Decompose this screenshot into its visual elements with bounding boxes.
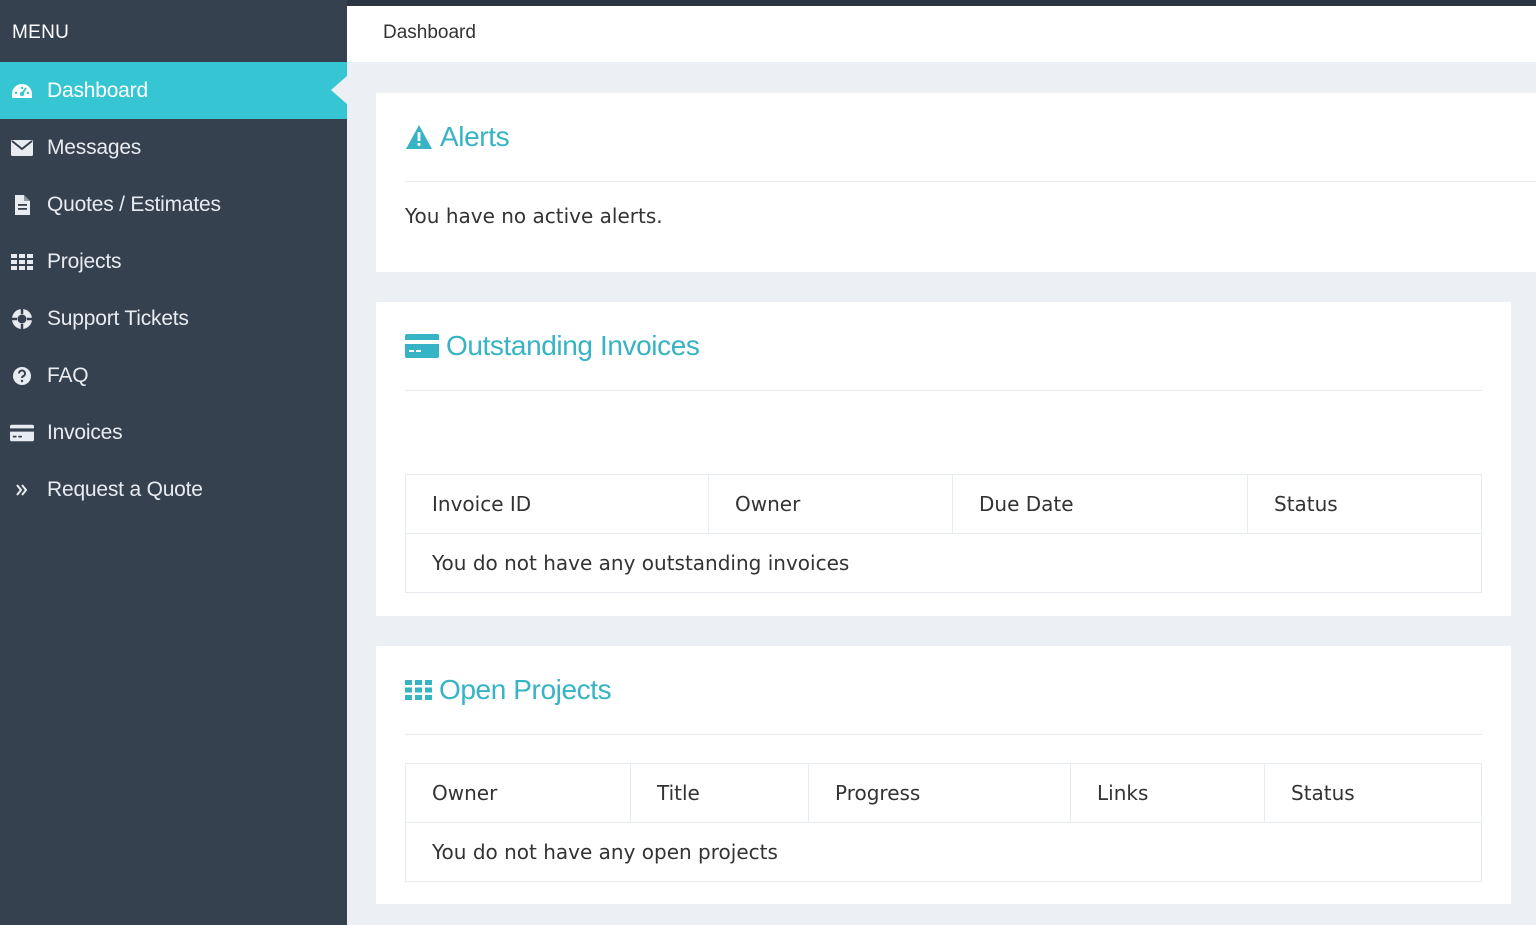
divider xyxy=(405,390,1482,391)
invoices-table: Invoice ID Owner Due Date Status You do … xyxy=(405,474,1482,593)
table-row: You do not have any outstanding invoices xyxy=(405,533,1482,593)
table-row: You do not have any open projects xyxy=(405,822,1482,882)
dashboard-icon xyxy=(10,81,34,101)
empty-message: You do not have any open projects xyxy=(405,822,1482,882)
alerts-title-text: Alerts xyxy=(440,121,510,152)
sidebar-item-label: Projects xyxy=(47,249,122,273)
envelope-icon xyxy=(10,138,34,158)
sidebar-item-messages[interactable]: Messages xyxy=(0,119,347,176)
sidebar-item-faq[interactable]: FAQ xyxy=(0,347,347,404)
warning-triangle-icon xyxy=(405,124,433,150)
table-header-row: Invoice ID Owner Due Date Status xyxy=(405,474,1482,534)
invoices-title: Outstanding Invoices xyxy=(405,330,700,362)
grid-icon xyxy=(10,252,34,272)
projects-title: Open Projects xyxy=(405,674,612,706)
breadcrumb: Dashboard xyxy=(383,22,476,43)
sidebar-item-label: Invoices xyxy=(47,420,123,444)
column-header-title[interactable]: Title xyxy=(630,763,809,823)
projects-panel: Open Projects Owner Title Progress Links… xyxy=(376,646,1511,904)
sidebar-nav: Dashboard Messages Quotes / Estimates Pr… xyxy=(0,62,347,518)
credit-card-icon xyxy=(405,334,439,358)
divider xyxy=(405,734,1482,735)
sidebar-item-projects[interactable]: Projects xyxy=(0,233,347,290)
projects-table: Owner Title Progress Links Status You do… xyxy=(405,763,1482,882)
menu-header: MENU xyxy=(12,22,70,43)
sidebar-item-label: Quotes / Estimates xyxy=(47,192,221,216)
alerts-title: Alerts xyxy=(405,121,510,153)
sidebar-item-support-tickets[interactable]: Support Tickets xyxy=(0,290,347,347)
column-header-status[interactable]: Status xyxy=(1247,474,1482,534)
question-circle-icon xyxy=(10,366,34,386)
sidebar-item-quotes[interactable]: Quotes / Estimates xyxy=(0,176,347,233)
sidebar-item-label: FAQ xyxy=(47,363,89,387)
sidebar-item-label: Dashboard xyxy=(47,78,148,102)
column-header-owner[interactable]: Owner xyxy=(405,763,631,823)
sidebar: MENU Dashboard Messages Quotes / Estimat… xyxy=(0,0,347,925)
column-header-owner[interactable]: Owner xyxy=(708,474,953,534)
document-icon xyxy=(10,194,34,215)
empty-message: You do not have any outstanding invoices xyxy=(405,533,1482,593)
double-chevron-right-icon xyxy=(10,480,34,500)
invoices-panel: Outstanding Invoices Invoice ID Owner Du… xyxy=(376,302,1511,616)
grid-icon xyxy=(405,680,432,700)
alerts-panel: Alerts You have no active alerts. xyxy=(376,93,1536,272)
credit-card-icon xyxy=(10,423,34,443)
sidebar-item-label: Messages xyxy=(47,135,142,159)
sidebar-item-request-quote[interactable]: Request a Quote xyxy=(0,461,347,518)
sidebar-item-label: Support Tickets xyxy=(47,306,189,330)
table-header-row: Owner Title Progress Links Status xyxy=(405,763,1482,823)
column-header-progress[interactable]: Progress xyxy=(808,763,1071,823)
column-header-due-date[interactable]: Due Date xyxy=(952,474,1248,534)
sidebar-item-invoices[interactable]: Invoices xyxy=(0,404,347,461)
divider xyxy=(405,181,1536,182)
sidebar-item-dashboard[interactable]: Dashboard xyxy=(0,62,347,119)
page-header: Dashboard xyxy=(347,6,1536,62)
column-header-links[interactable]: Links xyxy=(1070,763,1265,823)
sidebar-item-label: Request a Quote xyxy=(47,477,203,501)
column-header-invoice-id[interactable]: Invoice ID xyxy=(405,474,709,534)
column-header-status[interactable]: Status xyxy=(1264,763,1482,823)
alerts-message: You have no active alerts. xyxy=(405,204,663,228)
invoices-title-text: Outstanding Invoices xyxy=(446,330,700,361)
projects-title-text: Open Projects xyxy=(439,674,612,705)
lifebuoy-icon xyxy=(10,308,34,329)
